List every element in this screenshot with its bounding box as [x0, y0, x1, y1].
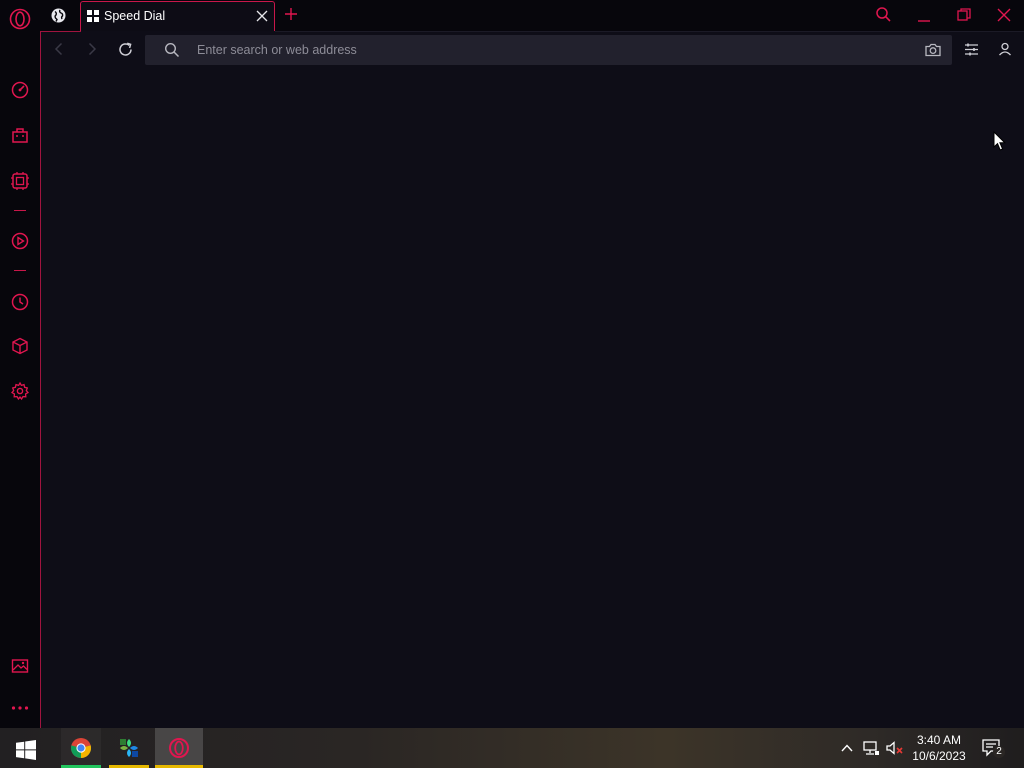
mouse-pointer-icon — [993, 131, 1007, 152]
address-bar[interactable] — [145, 35, 952, 65]
system-clock[interactable]: 3:40 AM 10/6/2023 — [907, 732, 971, 764]
more-dots-icon[interactable] — [10, 698, 30, 718]
clock-date: 10/6/2023 — [912, 749, 966, 763]
gear-icon[interactable] — [10, 381, 30, 401]
opera-menu-icon[interactable] — [7, 6, 33, 32]
tab-title: Speed Dial — [104, 9, 166, 23]
sidebar — [0, 31, 40, 728]
volume-muted-icon[interactable] — [886, 740, 904, 756]
reload-button[interactable] — [117, 41, 134, 58]
tabstrip-border — [275, 31, 1024, 32]
restore-window-icon[interactable] — [955, 6, 973, 24]
sidebar-separator — [14, 270, 26, 271]
taskbar-app-explorer[interactable] — [109, 728, 149, 768]
close-window-icon[interactable] — [995, 6, 1013, 24]
gx-corner-icon[interactable] — [10, 171, 30, 191]
tabstrip-border — [40, 31, 81, 32]
forward-button[interactable] — [84, 41, 100, 57]
opera-icon — [168, 737, 190, 759]
profile-icon[interactable] — [997, 41, 1013, 57]
windows-start-icon[interactable] — [16, 740, 36, 760]
back-button[interactable] — [51, 41, 67, 57]
chrome-icon — [70, 737, 92, 759]
play-circle-icon[interactable] — [10, 231, 30, 251]
snapshot-camera-icon[interactable] — [924, 41, 942, 59]
easy-setup-sliders-icon[interactable] — [963, 41, 980, 58]
shopping-bag-icon[interactable] — [10, 125, 30, 145]
taskbar: 3:40 AM 10/6/2023 2 — [0, 728, 1024, 768]
cube-icon[interactable] — [10, 336, 30, 356]
tab-speed-dial[interactable]: Speed Dial — [80, 1, 275, 32]
close-icon[interactable] — [255, 9, 269, 23]
image-icon[interactable] — [10, 656, 30, 676]
taskbar-app-chrome[interactable] — [61, 728, 101, 768]
explorer-icon — [118, 737, 140, 759]
page-content-area — [40, 31, 1024, 728]
notification-count-badge: 2 — [993, 746, 1005, 758]
clock-time: 3:40 AM — [916, 733, 962, 747]
sidebar-separator — [14, 210, 26, 211]
clock-icon[interactable] — [10, 292, 30, 312]
speed-dial-grid-icon — [87, 10, 99, 22]
address-input[interactable] — [197, 42, 887, 58]
new-tab-plus-icon[interactable] — [283, 6, 299, 22]
globe-icon[interactable] — [50, 7, 67, 24]
search-tabs-icon[interactable] — [875, 6, 892, 23]
chevron-up-icon[interactable] — [840, 741, 854, 755]
action-center-icon[interactable]: 2 — [982, 739, 1005, 759]
minimize-icon[interactable] — [915, 6, 933, 24]
network-icon[interactable] — [862, 740, 880, 756]
taskbar-app-opera[interactable] — [155, 728, 203, 768]
search-icon — [164, 42, 180, 58]
speedometer-icon[interactable] — [10, 80, 30, 100]
